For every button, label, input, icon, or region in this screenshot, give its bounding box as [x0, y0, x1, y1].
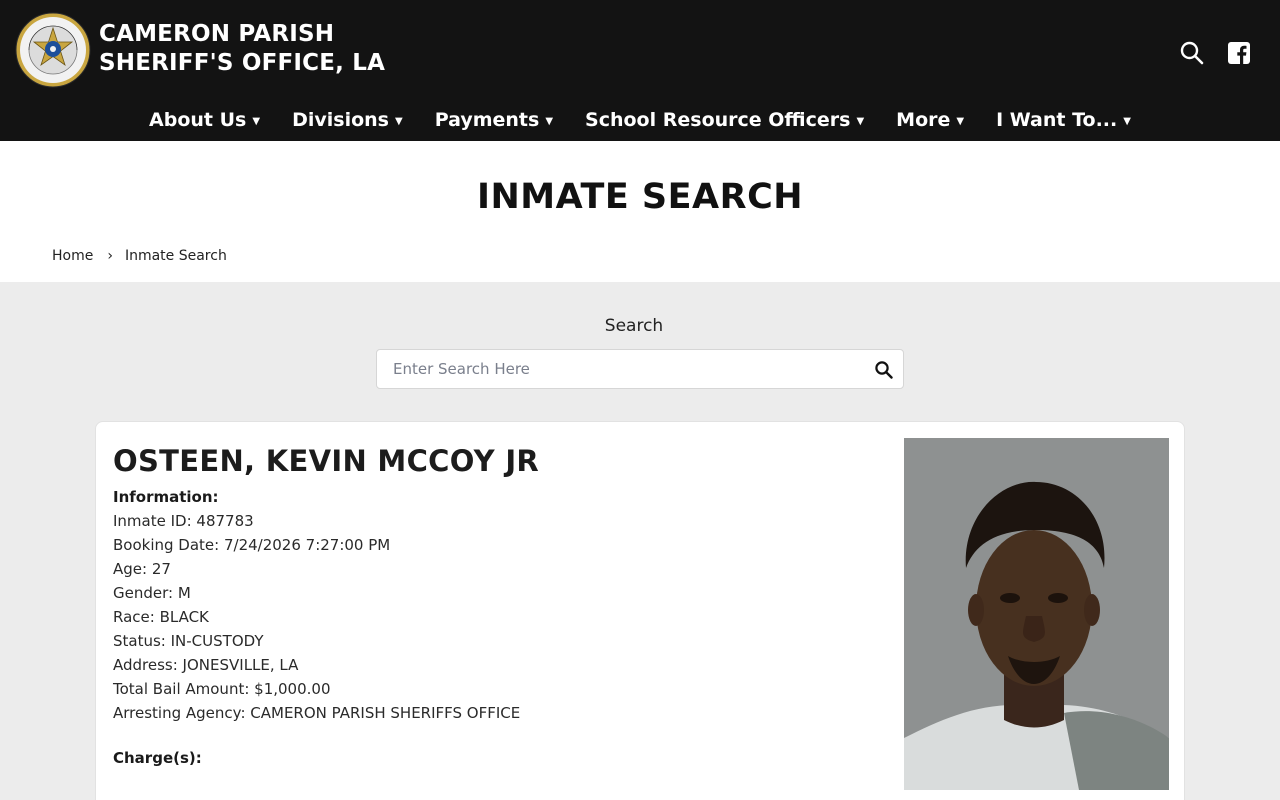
page-title: INMATE SEARCH: [476, 177, 804, 217]
breadcrumb: Home › Inmate Search: [52, 248, 227, 264]
caret-down-icon: ▼: [1123, 115, 1131, 127]
arresting-agency: Arresting Agency: CAMERON PARISH SHERIFF…: [113, 704, 521, 722]
inmate-photo: [904, 438, 1169, 790]
nav-label: About Us: [149, 109, 247, 131]
charges-header: Charge(s):: [113, 749, 202, 767]
inmate-address: Address: JONESVILLE, LA: [113, 656, 299, 674]
inmate-gender: Gender: M: [113, 584, 191, 602]
nav-more[interactable]: More ▼: [880, 104, 980, 136]
breadcrumb-current: Inmate Search: [124, 248, 227, 264]
search-input[interactable]: [377, 350, 857, 388]
nav-label: More: [896, 109, 951, 131]
caret-down-icon: ▼: [856, 115, 865, 127]
inmate-status: Status: IN-CUSTODY: [113, 632, 264, 650]
search-icon[interactable]: [1179, 40, 1205, 66]
main-nav: About Us ▼ Divisions ▼ Payments ▼ School Re…: [0, 104, 1280, 136]
search-icon[interactable]: [874, 360, 894, 380]
inmate-id: Inmate ID: 487783: [113, 512, 254, 530]
search-box: [376, 349, 904, 389]
inmate-name[interactable]: OSTEEN, KEVIN MCCOY JR: [113, 444, 539, 478]
title-band: INMATE SEARCH Home › Inmate Search: [0, 141, 1280, 282]
search-label: Search: [604, 316, 664, 336]
nav-label: Payments: [434, 109, 540, 131]
inmate-age: Age: 27: [113, 560, 171, 578]
breadcrumb-home-link[interactable]: Home: [52, 248, 93, 264]
caret-down-icon: ▼: [956, 115, 965, 127]
chevron-right-icon: ›: [107, 248, 113, 264]
nav-i-want-to[interactable]: I Want To... ▼: [980, 104, 1147, 136]
bail-amount: Total Bail Amount: $1,000.00: [113, 680, 331, 698]
brand-line-2: SHERIFF'S OFFICE, LA: [99, 50, 386, 76]
inmate-card: OSTEEN, KEVIN MCCOY JR Information: Inma…: [95, 421, 1185, 800]
nav-label: School Resource Officers: [585, 109, 851, 131]
nav-label: I Want To...: [996, 109, 1118, 131]
caret-down-icon: ▼: [545, 115, 554, 127]
caret-down-icon: ▼: [394, 115, 403, 127]
facebook-icon[interactable]: [1228, 42, 1250, 64]
booking-date: Booking Date: 7/24/2026 7:27:00 PM: [113, 536, 391, 554]
inmate-race: Race: BLACK: [113, 608, 209, 626]
site-header: CAMERON PARISH SHERIFF'S OFFICE, LA Abou…: [0, 0, 1280, 141]
brand-line-1: CAMERON PARISH: [99, 21, 335, 47]
info-header: Information:: [113, 488, 219, 506]
nav-label: Divisions: [292, 109, 389, 131]
nav-payments[interactable]: Payments ▼: [419, 104, 569, 136]
inmate-info: Information: Inmate ID: 487783 Booking D…: [113, 485, 520, 725]
nav-divisions[interactable]: Divisions ▼: [276, 104, 419, 136]
site-brand[interactable]: CAMERON PARISH SHERIFF'S OFFICE, LA: [99, 20, 385, 78]
caret-down-icon: ▼: [252, 115, 261, 127]
nav-about-us[interactable]: About Us ▼: [133, 104, 276, 136]
sheriff-badge-logo[interactable]: [15, 12, 91, 88]
nav-school-resource-officers[interactable]: School Resource Officers ▼: [569, 104, 880, 136]
